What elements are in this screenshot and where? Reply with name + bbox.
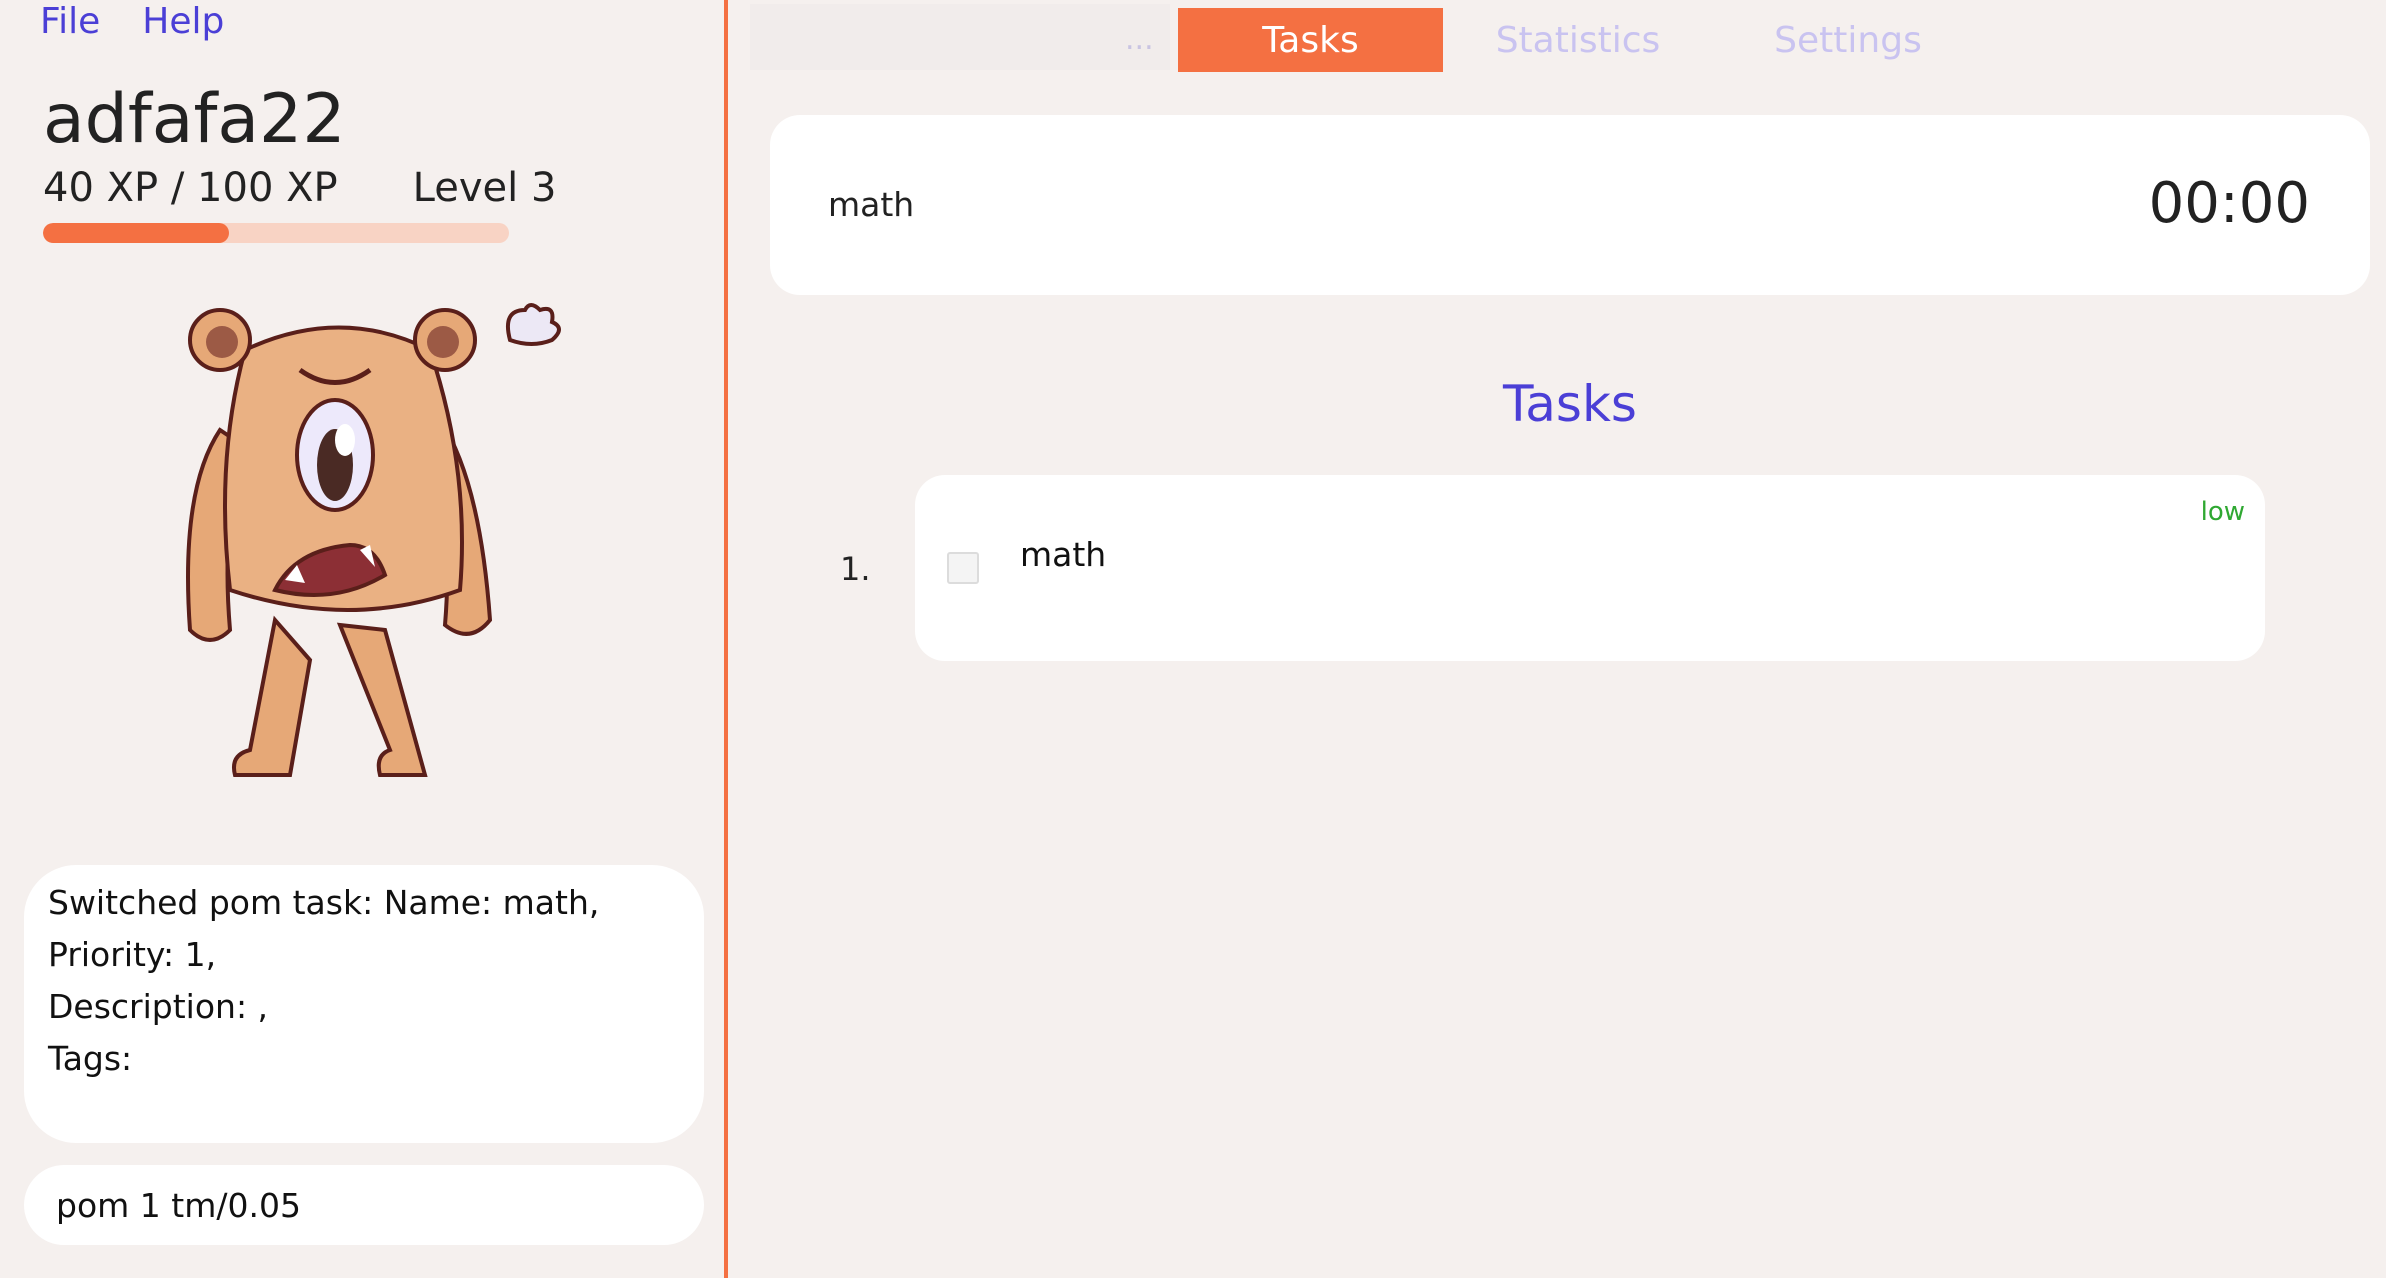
task-index: 1.	[840, 550, 871, 588]
checkbox-icon[interactable]	[947, 552, 979, 584]
command-input-value: pom 1 tm/0.05	[56, 1185, 301, 1225]
timer-time: 00:00	[2148, 171, 2310, 236]
tab-overflow-indicator[interactable]: ...	[1125, 22, 1154, 57]
sidebar: File Help adfafa22 40 XP / 100 XP Level …	[0, 0, 724, 1278]
tab-bar-background	[750, 4, 1170, 70]
level-text: Level 3	[412, 165, 557, 211]
username: adfafa22	[43, 80, 346, 159]
task-priority-badge: low	[2200, 497, 2245, 527]
xp-progress-bar	[43, 223, 509, 243]
menu-bar: File Help	[40, 0, 224, 44]
menu-help[interactable]: Help	[142, 0, 224, 44]
result-line: Tags:	[48, 1039, 133, 1078]
command-result-box: Switched pom task: Name: math, Priority:…	[24, 865, 704, 1143]
command-input[interactable]: pom 1 tm/0.05	[24, 1165, 704, 1245]
xp-row: 40 XP / 100 XP Level 3	[43, 165, 556, 211]
tab-settings[interactable]: Settings	[1748, 8, 1948, 72]
result-line: Description: ,	[48, 987, 269, 1026]
tab-statistics[interactable]: Statistics	[1478, 8, 1678, 72]
result-line: Switched pom task: Name: math,	[48, 883, 600, 922]
cyclops-bear-mascot-icon	[186, 303, 561, 777]
pane-divider[interactable]	[724, 0, 728, 1278]
task-name: math	[1020, 535, 1107, 574]
result-line: Priority: 1,	[48, 935, 217, 974]
task-card[interactable]: math low	[915, 475, 2265, 661]
pomodoro-timer-card: math 00:00	[770, 115, 2370, 295]
xp-progress-fill	[43, 223, 230, 243]
timer-task-name: math	[828, 185, 915, 224]
tasks-heading: Tasks	[1503, 375, 1637, 433]
menu-file[interactable]: File	[40, 0, 100, 44]
tab-tasks[interactable]: Tasks	[1178, 8, 1443, 72]
xp-text: 40 XP / 100 XP	[43, 165, 338, 211]
